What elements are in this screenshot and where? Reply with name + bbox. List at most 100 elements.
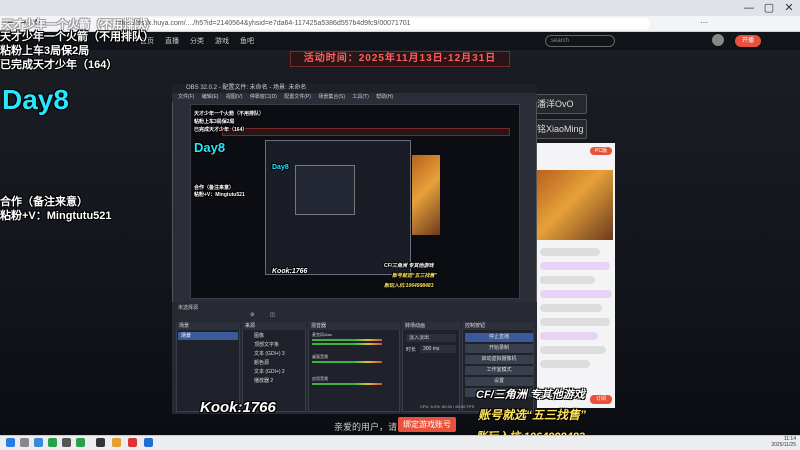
stop-streaming-button[interactable]: 停止直播 <box>465 333 533 342</box>
nav-item-fishbar[interactable]: 鱼吧 <box>240 36 254 46</box>
minimize-icon[interactable]: — <box>740 1 758 14</box>
chat-message <box>540 276 595 284</box>
subscribe-button[interactable]: 订阅 <box>590 395 612 404</box>
obs-menu-profile[interactable]: 配置文件(P) <box>284 94 311 100</box>
settings-button[interactable]: 设置 <box>465 377 533 386</box>
nested-day: Day8 <box>272 164 289 171</box>
scene-item[interactable]: 场景 <box>178 332 238 340</box>
chat-message <box>540 248 600 256</box>
streamer-name-box-2: 铭XiaoMing <box>530 119 587 139</box>
filters-icon[interactable]: ◫ <box>270 312 275 318</box>
preview-game-banner <box>412 155 440 235</box>
chat-message <box>540 262 610 270</box>
avatar[interactable] <box>712 34 724 46</box>
mixer-channel-label: 应用音频 <box>312 376 328 381</box>
overlay-kook: Kook:1766 <box>200 399 276 416</box>
sources-dock-header: 来源 <box>242 322 306 330</box>
scenes-dock-header: 场景 <box>176 322 240 330</box>
source-item[interactable]: 文本 (GDI+) 2 <box>254 368 285 375</box>
greeting-text: 亲爱的用户，请 <box>334 422 398 432</box>
start-recording-button[interactable]: 开始录制 <box>465 344 533 353</box>
preview-sponsor-2: 账号就选“五三找售” <box>392 273 438 279</box>
obs-title-bar: OBS 32.0.2 - 配置文件: 未命名 - 场景: 未命名 <box>172 84 537 93</box>
extensions-icon[interactable]: ⋯ <box>700 18 708 27</box>
clock-date: 2025/11/25 <box>771 442 796 448</box>
start-live-button[interactable]: 开播 <box>735 35 761 47</box>
duration-label: 时长 <box>406 347 417 353</box>
preview-sponsor-3: 账玩入坑:1064998483 <box>384 283 434 289</box>
nav-item-live[interactable]: 直播 <box>165 36 179 46</box>
nav-item-game[interactable]: 游戏 <box>215 36 229 46</box>
chat-message <box>540 318 610 326</box>
source-item[interactable]: 播放器 2 <box>254 377 273 384</box>
source-item[interactable]: 颜色源 <box>254 359 269 366</box>
obs-menu-tools[interactable]: 工具(T) <box>352 94 368 100</box>
obs-menu-help[interactable]: 帮助(H) <box>376 94 393 100</box>
preview-sponsor-1: CF/三角洲 专其他游戏 <box>384 263 434 269</box>
obs-menu-view[interactable]: 视图(V) <box>226 94 243 100</box>
mixer-dock-header: 混音器 <box>308 322 400 330</box>
start-icon[interactable] <box>6 438 15 447</box>
search-input[interactable]: search <box>545 35 615 47</box>
duration-input[interactable]: 300 ms <box>420 345 456 353</box>
preview-activity-banner <box>222 128 510 136</box>
obs-menu-edit[interactable]: 编辑(E) <box>202 94 219 100</box>
chat-message <box>540 346 606 354</box>
obs-menu-file[interactable]: 文件(F) <box>178 94 194 100</box>
nav-item-category[interactable]: 分类 <box>190 36 204 46</box>
overlay-day: Day8 <box>2 84 69 115</box>
mixer-meter <box>312 343 382 345</box>
search-icon[interactable] <box>20 438 29 447</box>
obs-menu-scene-collection[interactable]: 场景集合(S) <box>318 94 345 100</box>
preview-kook: Kook:1766 <box>272 268 308 275</box>
studio-mode-button[interactable]: 工作室模式 <box>465 366 533 375</box>
bind-game-account-button[interactable]: 绑定游戏账号 <box>398 417 456 432</box>
controls-dock-header: 控制按钮 <box>462 322 534 330</box>
pc-tag[interactable]: PC版 <box>590 147 612 155</box>
app-icon[interactable] <box>76 438 85 447</box>
virtual-camera-button[interactable]: 启动虚拟摄像机 <box>465 355 533 364</box>
browser-tab-bar: — ▢ ✕ <box>0 0 800 16</box>
game-banner[interactable] <box>537 170 613 240</box>
chat-message <box>540 290 612 298</box>
streamer-name-box-1: 潘洋OvO <box>530 94 587 114</box>
mixer-meter <box>312 383 382 385</box>
app-icon[interactable] <box>62 438 71 447</box>
overlay-sponsor-2: 账号就选“五三找售” <box>478 408 587 422</box>
transitions-dock-header: 转场动画 <box>402 322 460 330</box>
close-icon[interactable]: ✕ <box>780 1 798 14</box>
overlay-line-3: 已完成天才少年（164） <box>0 59 118 71</box>
preview-overlay-line-2: 粘粉上车3局保2局 <box>194 119 235 125</box>
overlay-coop-2: 粘粉+V：Mingtutu521 <box>0 210 112 222</box>
activity-banner: 活动时间：2025年11月13日-12月31日 <box>290 51 510 67</box>
chat-message <box>540 304 602 312</box>
source-item[interactable]: 文本 (GDI+) 3 <box>254 350 285 357</box>
preview-overlay-line-1: 天才少年一个火箭（不用排队） <box>194 111 265 117</box>
chat-message <box>540 360 590 368</box>
overlay-sponsor-1: CF/三角洲 专其他游戏 <box>476 389 585 401</box>
url-input[interactable]: https://bs.lx.huya.com/..../h5?id=214056… <box>110 18 650 29</box>
chat-message <box>540 332 598 340</box>
source-item[interactable]: 图像 <box>254 332 264 339</box>
obs-menu-docks[interactable]: 停靠窗口(D) <box>250 94 277 100</box>
mixer-channel-label: 桌面音频 <box>312 354 328 359</box>
obs-menu-bar: 文件(F) 编辑(E) 视图(V) 停靠窗口(D) 配置文件(P) 场景集合(S… <box>172 93 537 102</box>
taskbar-clock[interactable]: 11:14 2025/11/25 <box>756 436 796 448</box>
source-item[interactable]: 顶部文字条 <box>254 341 279 348</box>
preview-overlay-line-3: 已完成天才少年（164） <box>194 127 248 133</box>
app-icon[interactable] <box>128 438 137 447</box>
mixer-meter <box>312 361 382 363</box>
obs-taskbar-icon[interactable] <box>96 438 105 447</box>
app-icon[interactable] <box>48 438 57 447</box>
obs-status-bar: CPU: 5.0%, 60.00 / 60.00 FPS <box>420 404 475 409</box>
maximize-icon[interactable]: ▢ <box>760 1 778 14</box>
no-source-label: 未选择源 <box>178 305 199 311</box>
properties-gear-icon[interactable]: ⚙ <box>250 312 254 318</box>
edge-icon[interactable] <box>34 438 43 447</box>
preview-coop-2: 粘粉+V：Mingtutu521 <box>194 192 245 198</box>
app-icon[interactable] <box>144 438 153 447</box>
preview-day: Day8 <box>194 140 226 155</box>
app-icon[interactable] <box>112 438 121 447</box>
preview-coop-1: 合作（备注来意） <box>194 185 235 191</box>
transition-select[interactable]: 淡入淡出 <box>406 334 456 342</box>
